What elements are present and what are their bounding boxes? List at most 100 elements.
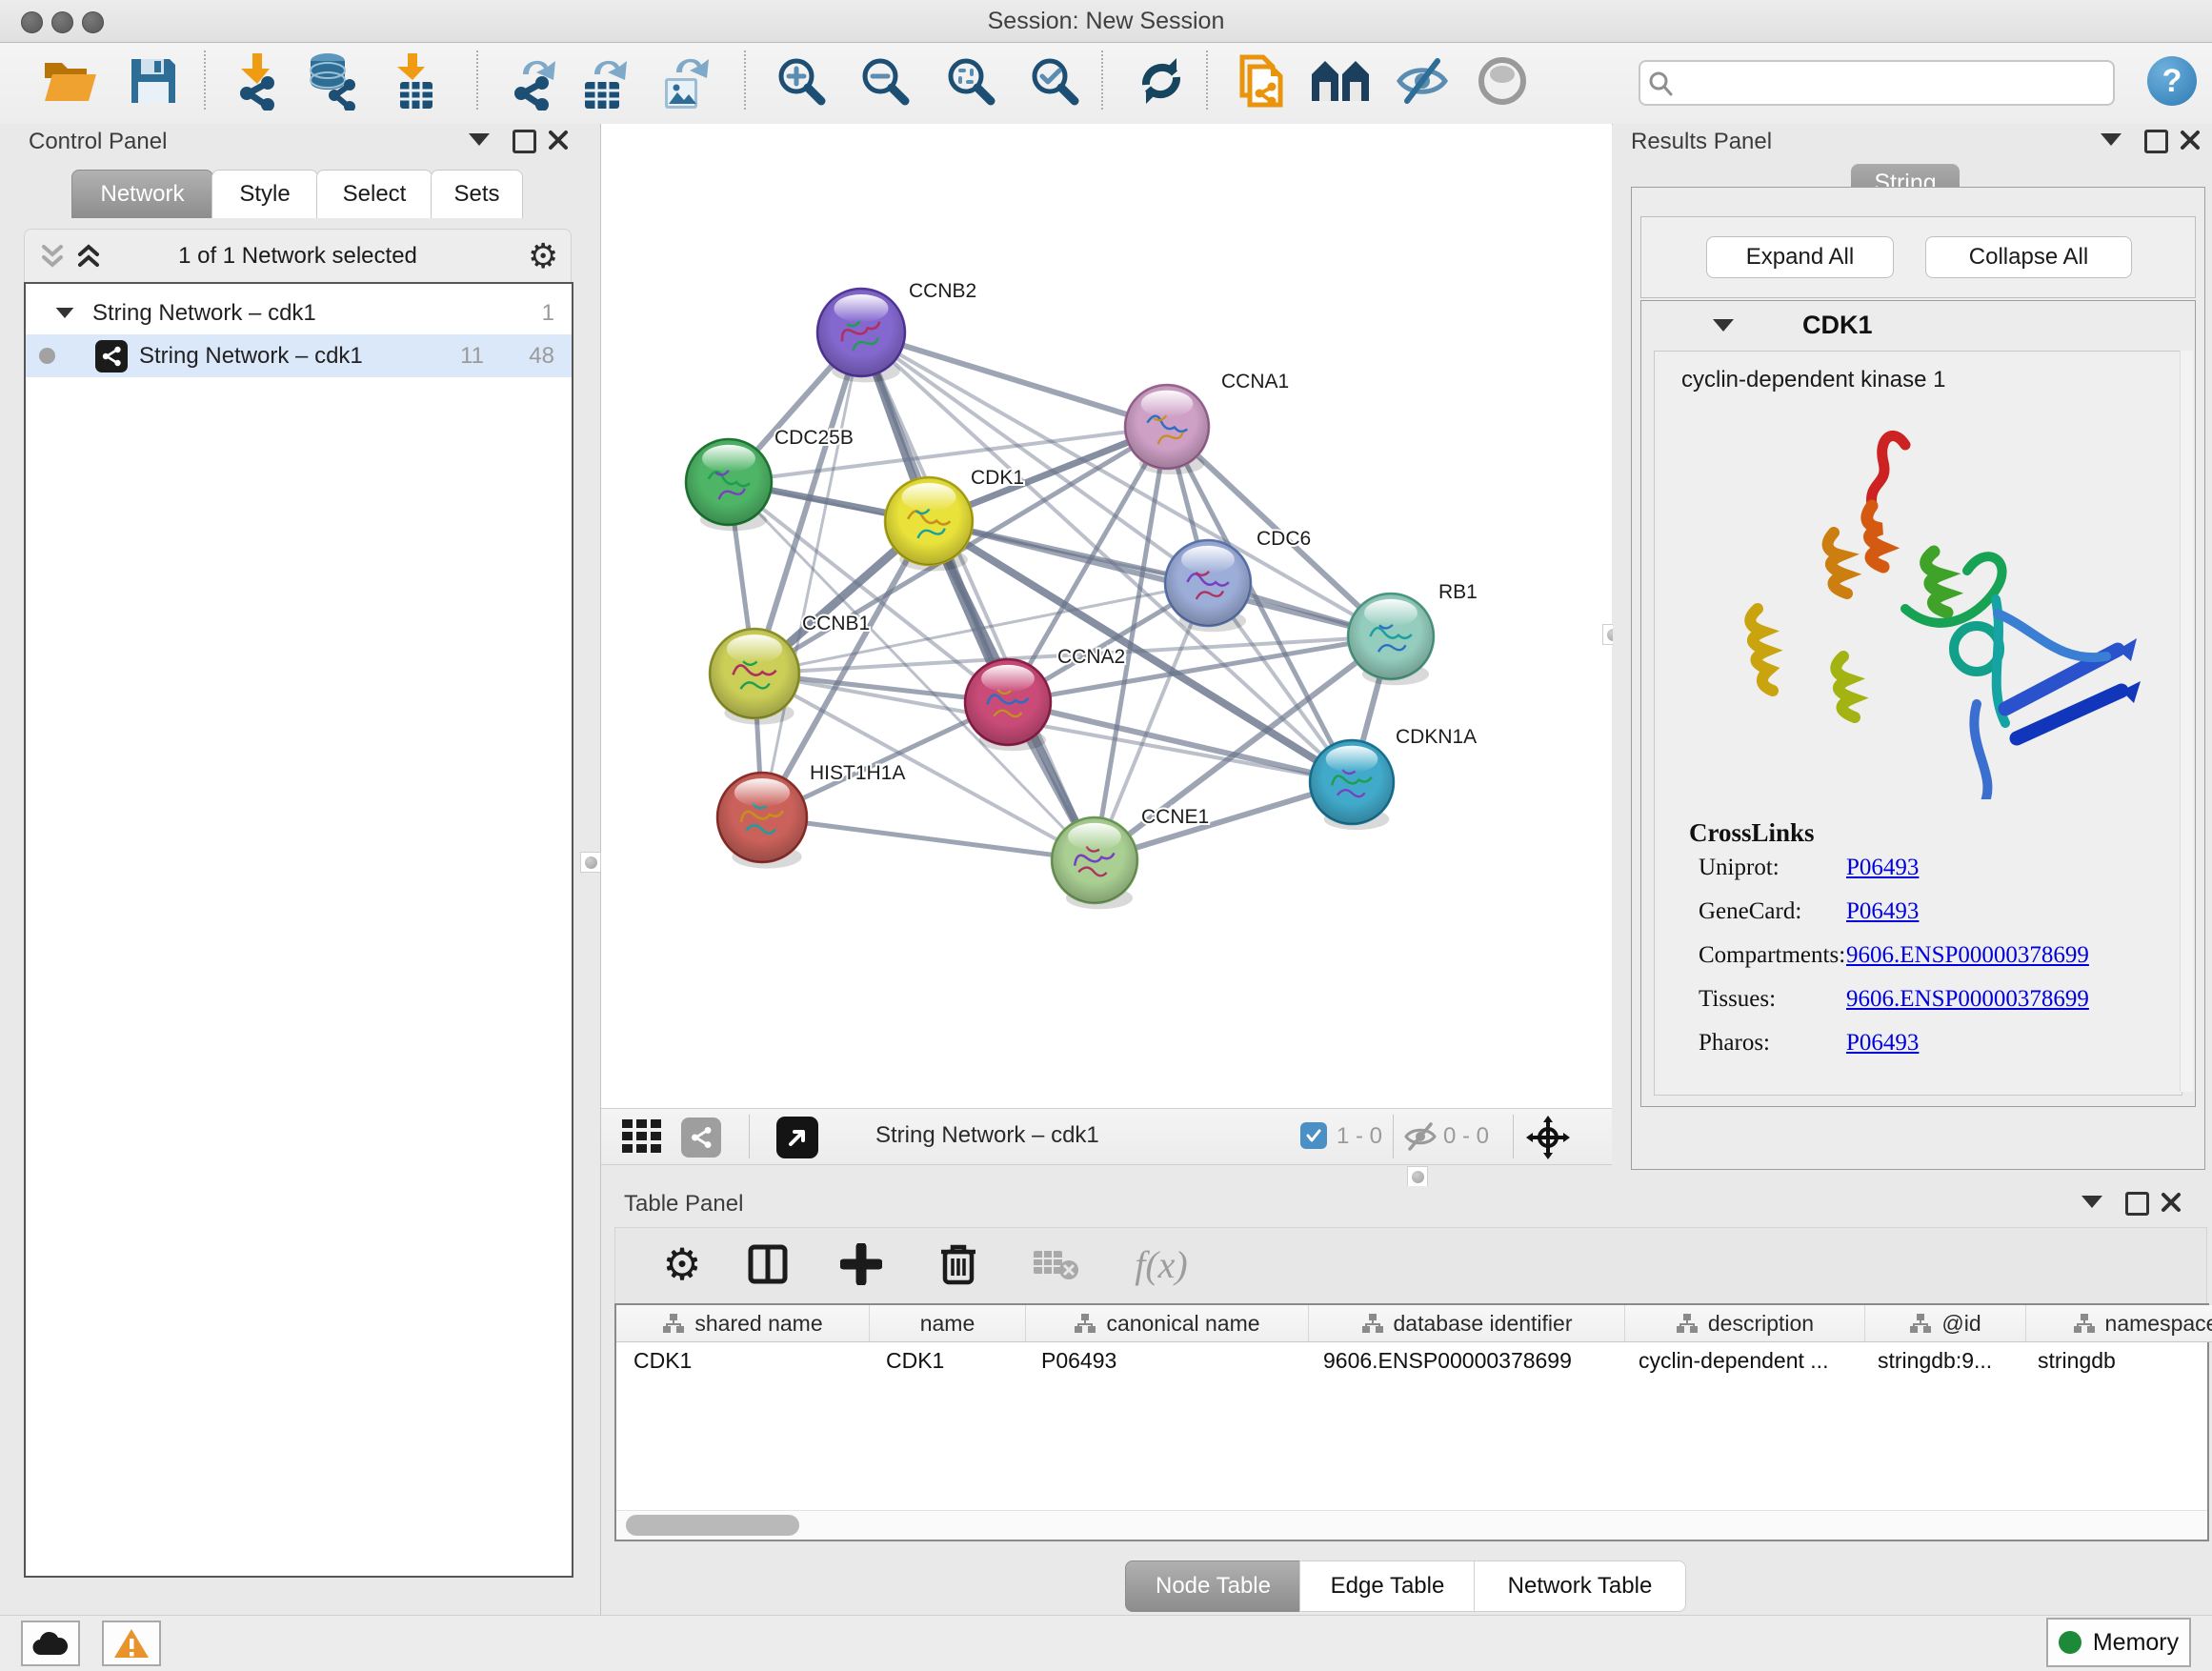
node-CDK1[interactable]: CDK1 xyxy=(885,467,1024,571)
string-document-icon[interactable] xyxy=(1231,50,1294,112)
cloud-status-button[interactable] xyxy=(21,1621,80,1666)
string-network-graph[interactable]: CCNB2CCNA1CDC25BCDK1CDC6RB1CCNB1CCNA2CDK… xyxy=(601,124,1612,1108)
memory-label: Memory xyxy=(2093,1629,2179,1657)
tab-node-table[interactable]: Node Table xyxy=(1125,1560,1301,1612)
edge-CCNE1-HIST1H1A[interactable] xyxy=(762,817,1095,860)
import-network-database-icon[interactable] xyxy=(299,50,362,112)
float-panel-icon[interactable] xyxy=(2144,130,2168,153)
presentation-orb-icon[interactable] xyxy=(1471,50,1534,112)
show-columns-icon[interactable] xyxy=(739,1236,796,1293)
tab-select[interactable]: Select xyxy=(316,170,432,218)
tab-edge-table[interactable]: Edge Table xyxy=(1299,1560,1476,1612)
crosslink-link[interactable]: P06493 xyxy=(1846,1030,1919,1057)
node-HIST1H1A[interactable]: HIST1H1A xyxy=(717,762,905,869)
close-panel-icon[interactable] xyxy=(2160,1191,2182,1214)
delete-table-icon[interactable] xyxy=(1027,1236,1084,1293)
crosslink-link[interactable]: P06493 xyxy=(1846,855,1919,881)
open-session-icon[interactable] xyxy=(38,50,101,112)
gene-section-header[interactable]: CDK1 xyxy=(1641,301,2195,349)
crosslink-link[interactable]: 9606.ENSP00000378699 xyxy=(1846,942,2089,969)
edge-CCNB2-CCNA1[interactable] xyxy=(861,332,1167,427)
birdseye-grid-icon[interactable] xyxy=(622,1119,666,1156)
zoom-selected-icon[interactable] xyxy=(1023,50,1086,112)
tab-style[interactable]: Style xyxy=(211,170,318,218)
panel-menu-icon[interactable] xyxy=(2081,1196,2102,1208)
help-icon[interactable]: ? xyxy=(2147,56,2197,106)
column-header--id[interactable]: @id xyxy=(1865,1305,2026,1341)
results-scrollbar[interactable] xyxy=(2180,351,2193,1092)
column-header-namespace[interactable]: namespace xyxy=(2026,1305,2212,1341)
export-image-icon[interactable] xyxy=(652,50,714,112)
close-panel-icon[interactable] xyxy=(547,129,570,151)
table-cell[interactable]: 9606.ENSP00000378699 xyxy=(1306,1342,1621,1379)
create-column-icon[interactable] xyxy=(833,1236,890,1293)
search-field[interactable] xyxy=(1639,60,2115,106)
import-table-file-icon[interactable] xyxy=(383,50,446,112)
tab-network-table[interactable]: Network Table xyxy=(1474,1560,1686,1612)
close-panel-icon[interactable] xyxy=(2179,129,2202,151)
zoom-fit-icon[interactable] xyxy=(939,50,1002,112)
gene-expander-icon[interactable] xyxy=(1713,319,1734,332)
crosslink-link[interactable]: 9606.ENSP00000378699 xyxy=(1846,986,2089,1013)
column-header-name[interactable]: name xyxy=(870,1305,1026,1341)
export-table-icon[interactable] xyxy=(572,50,634,112)
delete-column-trash-icon[interactable] xyxy=(930,1236,987,1293)
column-header-canonical-name[interactable]: canonical name xyxy=(1026,1305,1309,1341)
bottom-splitter-handle[interactable] xyxy=(1407,1166,1428,1187)
hide-graphics-details-icon[interactable] xyxy=(1391,50,1454,112)
tab-network[interactable]: Network xyxy=(71,170,213,218)
float-panel-icon[interactable] xyxy=(2125,1192,2149,1216)
open-in-window-icon[interactable] xyxy=(776,1117,818,1158)
column-header-shared-name[interactable]: shared name xyxy=(616,1305,870,1341)
warning-icon xyxy=(112,1627,151,1660)
panel-menu-icon[interactable] xyxy=(2101,133,2122,146)
save-session-icon[interactable] xyxy=(122,50,185,112)
node-CCNE1[interactable]: CCNE1 xyxy=(1052,806,1209,909)
left-splitter-handle[interactable] xyxy=(580,852,601,873)
table-cell[interactable]: cyclin-dependent ... xyxy=(1621,1342,1860,1379)
fit-selected-crosshair-icon[interactable] xyxy=(1526,1116,1570,1159)
warning-status-button[interactable] xyxy=(102,1621,161,1666)
import-network-file-icon[interactable] xyxy=(227,50,290,112)
network-options-gear-icon[interactable]: ⚙ xyxy=(528,237,558,276)
network-view-canvas[interactable]: CCNB2CCNA1CDC25BCDK1CDC6RB1CCNB1CCNA2CDK… xyxy=(601,124,1612,1108)
zoom-in-icon[interactable] xyxy=(770,50,833,112)
crosslink-link[interactable]: P06493 xyxy=(1846,898,1919,925)
table-cell[interactable]: stringdb:9... xyxy=(1860,1342,2021,1379)
node-CDKN1A[interactable]: CDKN1A xyxy=(1310,726,1477,830)
table-cell[interactable]: CDK1 xyxy=(869,1342,1024,1379)
column-header-database-identifier[interactable]: database identifier xyxy=(1309,1305,1625,1341)
node-attribute-table[interactable]: shared namenamecanonical namedatabase id… xyxy=(614,1303,2209,1541)
float-panel-icon[interactable] xyxy=(513,130,536,153)
network-collection-row[interactable]: String Network – cdk1 1 xyxy=(26,292,572,334)
edge-CCNA2-CDKN1A[interactable] xyxy=(1008,702,1352,782)
table-options-gear-icon[interactable]: ⚙ xyxy=(654,1236,711,1293)
hidden-eye-icon[interactable] xyxy=(1402,1121,1438,1152)
memory-button[interactable]: Memory xyxy=(2046,1618,2191,1667)
node-CCNA1[interactable]: CCNA1 xyxy=(1125,371,1289,474)
collapse-all-button[interactable]: Collapse All xyxy=(1925,236,2132,278)
network-row[interactable]: String Network – cdk1 11 48 xyxy=(26,334,572,377)
table-cell[interactable]: stringdb xyxy=(2021,1342,2212,1379)
search-input[interactable] xyxy=(1679,70,2113,96)
refresh-icon[interactable] xyxy=(1130,50,1193,112)
table-cell[interactable]: CDK1 xyxy=(616,1342,869,1379)
node-RB1[interactable]: RB1 xyxy=(1348,581,1478,685)
panel-menu-icon[interactable] xyxy=(469,133,490,146)
selected-checkbox-icon[interactable] xyxy=(1300,1122,1327,1149)
table-horizontal-scrollbar[interactable] xyxy=(616,1510,2207,1540)
export-network-icon[interactable] xyxy=(503,50,566,112)
string-home-icon[interactable] xyxy=(1309,50,1372,112)
crosslink-label: Tissues: xyxy=(1699,986,1776,1013)
tab-sets[interactable]: Sets xyxy=(431,170,523,218)
expand-all-button[interactable]: Expand All xyxy=(1706,236,1894,278)
column-header-description[interactable]: description xyxy=(1625,1305,1865,1341)
scrollbar-thumb[interactable] xyxy=(626,1515,799,1536)
string-badge-gray-icon[interactable] xyxy=(681,1117,721,1158)
node-CCNB2[interactable]: CCNB2 xyxy=(817,280,976,382)
zoom-out-icon[interactable] xyxy=(854,50,916,112)
table-row[interactable]: CDK1CDK1P064939606.ENSP00000378699cyclin… xyxy=(616,1342,2212,1379)
collection-expander-icon[interactable] xyxy=(56,308,74,318)
table-cell[interactable]: P06493 xyxy=(1024,1342,1306,1379)
function-builder-icon[interactable]: f(x) xyxy=(1118,1236,1204,1293)
